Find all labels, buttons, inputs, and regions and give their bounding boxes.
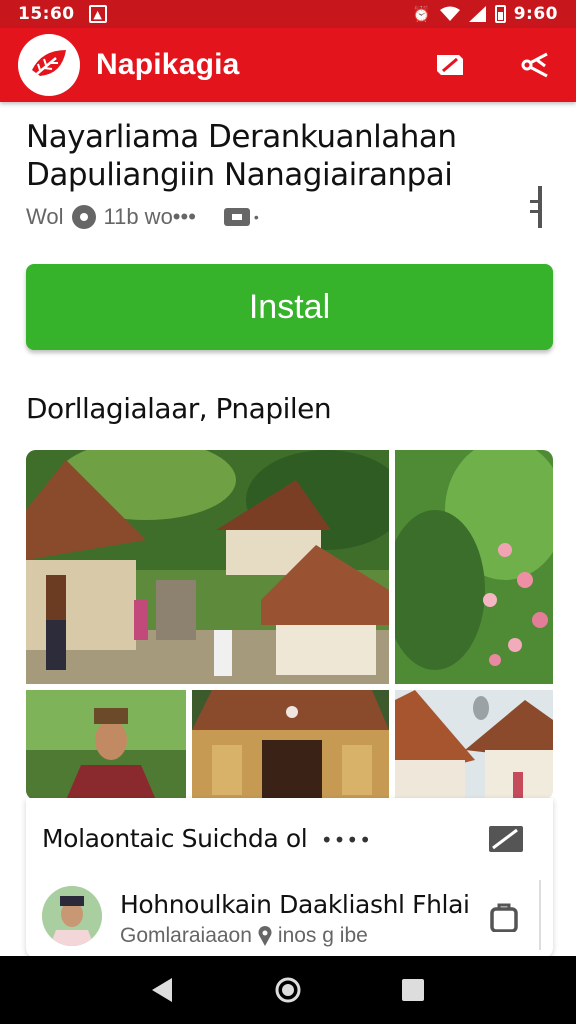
app-bar: Napikagia — [0, 28, 576, 102]
headline-line-2: Dapuliangiin Nanagiairanpai — [26, 157, 453, 193]
status-icons: ⏰ 9:60 — [412, 4, 558, 24]
card-dots: •••• — [320, 828, 373, 852]
card-divider — [539, 880, 541, 950]
status-time: 15:60 — [18, 4, 75, 24]
status-time-right: 9:60 — [513, 4, 558, 24]
post-card[interactable]: Molaontaic Suichda ol •••• Hohnoulkain D… — [26, 798, 553, 958]
location-pin-icon — [258, 926, 272, 946]
install-button[interactable]: Instal — [26, 264, 553, 350]
signal-icon — [468, 6, 486, 22]
image-icon[interactable] — [489, 826, 523, 852]
app-logo[interactable] — [18, 34, 80, 96]
bag-icon[interactable] — [489, 902, 519, 932]
headline-line-1: Nayarliama Derankuanlahan — [26, 119, 457, 155]
notification-icon: ▲ — [88, 5, 107, 23]
card-icon[interactable] — [223, 208, 250, 226]
back-icon[interactable] — [143, 970, 183, 1010]
alarm-icon: ⏰ — [412, 5, 431, 23]
card-title: Molaontaic Suichda ol •••• — [42, 824, 372, 853]
status-bar: 15:60 ▲ ⏰ 9:60 — [0, 0, 576, 28]
author-name[interactable]: Hohnoulkain Daakliashl Fhlai — [120, 890, 470, 919]
share-icon[interactable] — [520, 49, 552, 81]
author-location: inos g ibe — [277, 924, 368, 947]
gallery-photo-village[interactable] — [26, 450, 389, 684]
leaf-logo-icon — [31, 50, 66, 79]
gallery-photo-flowers[interactable] — [395, 450, 553, 684]
card-title-text: Molaontaic Suichda — [42, 824, 279, 853]
card-title-suffix: ol — [285, 824, 308, 853]
avatar[interactable] — [42, 886, 102, 946]
article-headline: Nayarliama Derankuanlahan Dapuliangiin N… — [26, 118, 526, 194]
gallery-photo-man[interactable] — [26, 690, 186, 800]
gallery-title: Dorllagialaar, Pnapilen — [26, 392, 332, 425]
article-meta: Wol 11b wo••• • — [26, 204, 259, 230]
home-icon[interactable] — [268, 970, 308, 1010]
recents-icon[interactable] — [393, 970, 433, 1010]
author-role: Gomlaraiaaon — [120, 924, 252, 947]
gallery-photo-street[interactable] — [395, 690, 553, 800]
meta-source: Wol — [26, 204, 64, 229]
app-title: Napikagia — [96, 48, 240, 81]
photo-gallery — [26, 450, 553, 800]
author-sub: Gomlaraiaaon inos g ibe — [120, 924, 368, 948]
wifi-icon — [439, 6, 460, 21]
clock-icon — [71, 205, 96, 229]
sort-icon[interactable] — [528, 186, 548, 228]
navigation-bar — [0, 956, 576, 1024]
gallery-photo-house[interactable] — [192, 690, 389, 800]
meta-count: 11b wo••• — [103, 204, 196, 229]
meta-extra: • — [253, 209, 259, 225]
battery-icon — [494, 5, 506, 23]
edit-icon[interactable] — [434, 49, 466, 81]
